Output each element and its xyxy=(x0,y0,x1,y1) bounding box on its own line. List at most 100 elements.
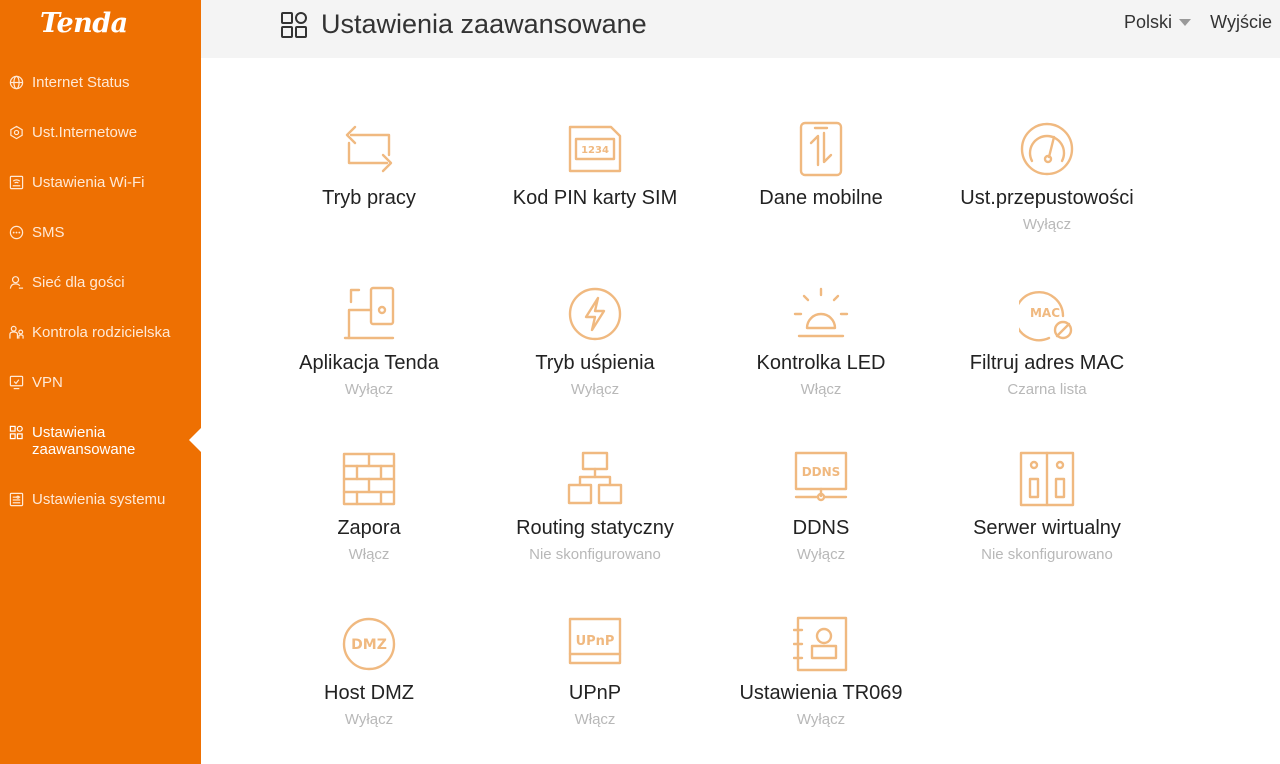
tile-status: Wyłącz xyxy=(570,381,620,398)
tile-status: Wyłącz xyxy=(344,381,394,398)
tile-label: Serwer wirtualny xyxy=(973,517,1121,539)
tile-status: Nie skonfigurowano xyxy=(981,546,1113,563)
sidebar-item-sms[interactable]: SMS xyxy=(0,208,201,258)
sidebar-item-parental-control[interactable]: Kontrola rodzicielska xyxy=(0,308,201,358)
sidebar-item-label: SMS xyxy=(32,224,65,241)
tile-static-routing[interactable]: Routing statyczny Nie skonfigurowano xyxy=(482,451,708,591)
virtual-server-icon xyxy=(1019,451,1075,507)
tile-status: Włącz xyxy=(800,381,842,398)
mac-text: MAC xyxy=(1030,306,1060,320)
tile-label: Tryb uśpienia xyxy=(535,352,655,374)
sidebar-item-label: Sieć dla gości xyxy=(32,274,125,291)
tile-status: Włącz xyxy=(348,546,390,563)
sidebar-item-system-settings[interactable]: Ustawienia systemu xyxy=(0,475,201,525)
upnp-icon: UPnP xyxy=(567,616,623,672)
tile-virtual-server[interactable]: Serwer wirtualny Nie skonfigurowano xyxy=(934,451,1160,591)
tile-label: Tryb pracy xyxy=(322,187,416,209)
tr069-icon xyxy=(792,616,849,672)
app-devices-icon xyxy=(341,286,397,342)
tile-label: Filtruj adres MAC xyxy=(969,352,1125,374)
sidebar-item-vpn[interactable]: VPN xyxy=(0,358,201,408)
tile-label: Dane mobilne xyxy=(759,187,883,209)
tile-label: Kod PIN karty SIM xyxy=(512,187,678,209)
sidebar-nav: Internet Status Ust.Internetowe Ustawien… xyxy=(0,58,201,525)
sidebar-item-label: Ustawienia systemu xyxy=(32,491,166,508)
tile-status: Wyłącz xyxy=(796,711,846,728)
sidebar-item-label: Internet Status xyxy=(32,74,130,91)
sidebar-item-wifi[interactable]: Ustawienia Wi-Fi xyxy=(0,158,201,208)
tile-mac-filter[interactable]: MAC Filtruj adres MAC Czarna lista xyxy=(934,286,1160,426)
sidebar-item-guest-network[interactable]: Sieć dla gości xyxy=(0,258,201,308)
sidebar-item-advanced-settings[interactable]: Ustawienia zaawansowane xyxy=(0,408,201,475)
tile-mobile-data[interactable]: Dane mobilne xyxy=(708,121,934,261)
sidebar: Tenda Internet Status Ust.Internetowe Us… xyxy=(0,0,201,764)
mac-filter-icon: MAC xyxy=(1013,286,1075,342)
sim-card-icon: 1234 xyxy=(567,121,623,177)
sidebar-item-label: Kontrola rodzicielska xyxy=(32,324,171,341)
ddns-text: DDNS xyxy=(802,465,841,479)
tile-label: Zapora xyxy=(337,517,401,539)
tenda-logo: Tenda xyxy=(40,8,128,39)
tile-label: DDNS xyxy=(792,517,850,539)
tile-led[interactable]: Kontrolka LED Włącz xyxy=(708,286,934,426)
system-icon xyxy=(9,492,24,507)
sidebar-item-label: Ustawienia Wi-Fi xyxy=(32,174,145,191)
tile-label: UPnP xyxy=(568,682,622,704)
network-icon xyxy=(10,125,23,140)
tile-dmz-host[interactable]: DMZ Host DMZ Wyłącz xyxy=(256,616,482,756)
led-bulb-icon xyxy=(793,286,849,342)
tile-label: Ust.przepustowości xyxy=(960,187,1134,209)
tile-status: Wyłącz xyxy=(796,546,846,563)
language-selector[interactable]: Polski xyxy=(1124,12,1191,33)
wifi-settings-icon xyxy=(9,175,24,190)
sidebar-item-label: VPN xyxy=(32,374,63,391)
monitor-icon xyxy=(9,375,24,390)
tile-label: Kontrolka LED xyxy=(756,352,886,374)
tile-work-mode[interactable]: Tryb pracy xyxy=(256,121,482,261)
tile-status: Wyłącz xyxy=(1022,216,1072,233)
message-icon xyxy=(9,225,24,240)
language-label: Polski xyxy=(1123,12,1172,32)
parental-icon xyxy=(9,325,24,339)
tile-sim-pin[interactable]: 1234 Kod PIN karty SIM xyxy=(482,121,708,261)
mobile-data-icon xyxy=(793,121,849,177)
grid-icon xyxy=(9,425,23,440)
tile-status: Wyłącz xyxy=(344,711,394,728)
tile-label: Routing statyczny xyxy=(516,517,674,539)
tile-status: Nie skonfigurowano xyxy=(529,546,661,563)
page-title-group: Ustawienia zaawansowane xyxy=(280,9,647,40)
ddns-icon: DDNS xyxy=(793,451,849,507)
caret-down-icon xyxy=(1179,19,1191,26)
dmz-text: DMZ xyxy=(351,637,387,653)
tile-ddns[interactable]: DDNS DDNS Wyłącz xyxy=(708,451,934,591)
logout-link[interactable]: Wyjście xyxy=(1210,12,1272,33)
page-title: Ustawienia zaawansowane xyxy=(321,9,647,39)
switch-mode-icon xyxy=(341,121,397,177)
tile-status: Włącz xyxy=(574,711,616,728)
tile-label: Host DMZ xyxy=(324,682,414,704)
tile-bandwidth[interactable]: Ust.przepustowości Wyłącz xyxy=(934,121,1160,261)
sidebar-item-internet-settings[interactable]: Ust.Internetowe xyxy=(0,108,201,158)
guest-icon xyxy=(9,276,24,289)
grid-icon xyxy=(281,11,307,38)
tile-status: Czarna lista xyxy=(1007,381,1087,398)
tile-tenda-app[interactable]: Aplikacja Tenda Wyłącz xyxy=(256,286,482,426)
top-header: Ustawienia zaawansowane Polski Wyjście xyxy=(201,0,1280,58)
tile-firewall[interactable]: Zapora Włącz xyxy=(256,451,482,591)
routing-tree-icon xyxy=(567,451,623,507)
sim-pin-text: 1234 xyxy=(581,145,609,156)
sidebar-item-label: Ust.Internetowe xyxy=(32,124,138,141)
globe-icon xyxy=(9,75,24,90)
firewall-icon xyxy=(341,451,397,507)
sidebar-item-internet-status[interactable]: Internet Status xyxy=(0,58,201,108)
dmz-icon: DMZ xyxy=(341,616,397,672)
tile-label: Aplikacja Tenda xyxy=(299,352,439,374)
tile-tr069[interactable]: Ustawienia TR069 Wyłącz xyxy=(708,616,934,756)
speedometer-icon xyxy=(1019,121,1075,177)
lightning-icon xyxy=(567,286,623,342)
sidebar-item-label: Ustawienia zaawansowane xyxy=(32,424,136,458)
tile-label: Ustawienia TR069 xyxy=(739,682,903,704)
tile-upnp[interactable]: UPnP UPnP Włącz xyxy=(482,616,708,756)
tile-sleep-mode[interactable]: Tryb uśpienia Wyłącz xyxy=(482,286,708,426)
upnp-text: UPnP xyxy=(576,634,615,649)
